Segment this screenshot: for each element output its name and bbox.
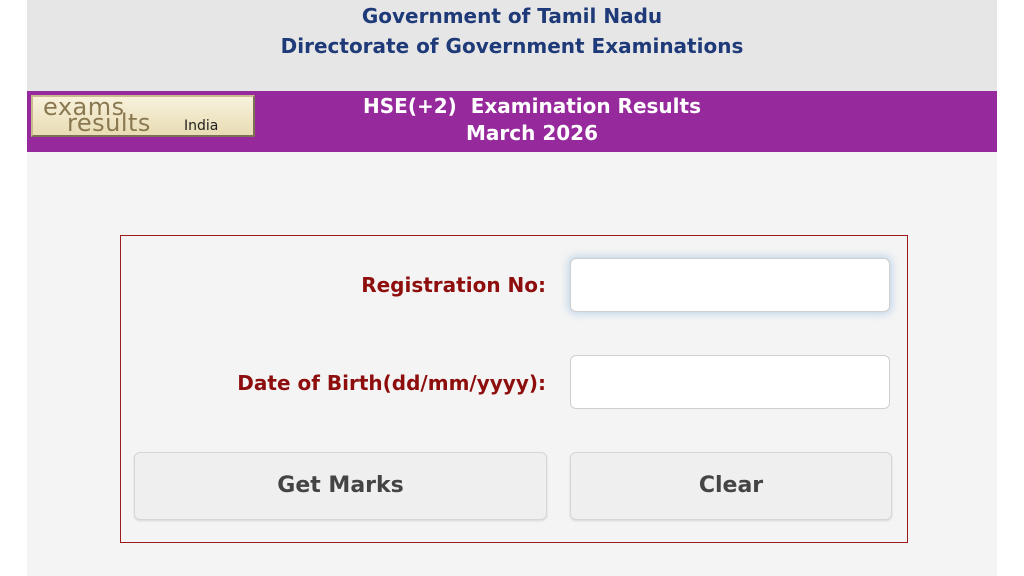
dob-input[interactable] <box>570 355 890 409</box>
exam-title-line1: HSE(+2) Examination Results <box>363 94 701 118</box>
results-banner: exams results India HSE(+2) Examination … <box>27 91 997 152</box>
registration-label: Registration No: <box>361 273 546 297</box>
dob-label: Date of Birth(dd/mm/yyyy): <box>237 371 546 395</box>
exam-title-line2: March 2026 <box>466 121 598 145</box>
clear-button[interactable]: Clear <box>570 452 892 520</box>
logo-word-results: results <box>67 109 151 137</box>
directorate-name: Directorate of Government Examinations <box>280 34 744 58</box>
government-header: Government of Tamil Nadu Directorate of … <box>27 0 997 91</box>
logo-word-india: India <box>184 118 219 134</box>
get-marks-button[interactable]: Get Marks <box>134 452 547 520</box>
results-form: Registration No: Date of Birth(dd/mm/yyy… <box>120 235 908 543</box>
exams-results-india-logo[interactable]: exams results India <box>31 95 255 137</box>
results-page: Government of Tamil Nadu Directorate of … <box>27 0 997 576</box>
exam-title: HSE(+2) Examination Results March 2026 <box>267 93 797 147</box>
government-name: Government of Tamil Nadu <box>361 4 663 28</box>
registration-input[interactable] <box>570 258 890 312</box>
